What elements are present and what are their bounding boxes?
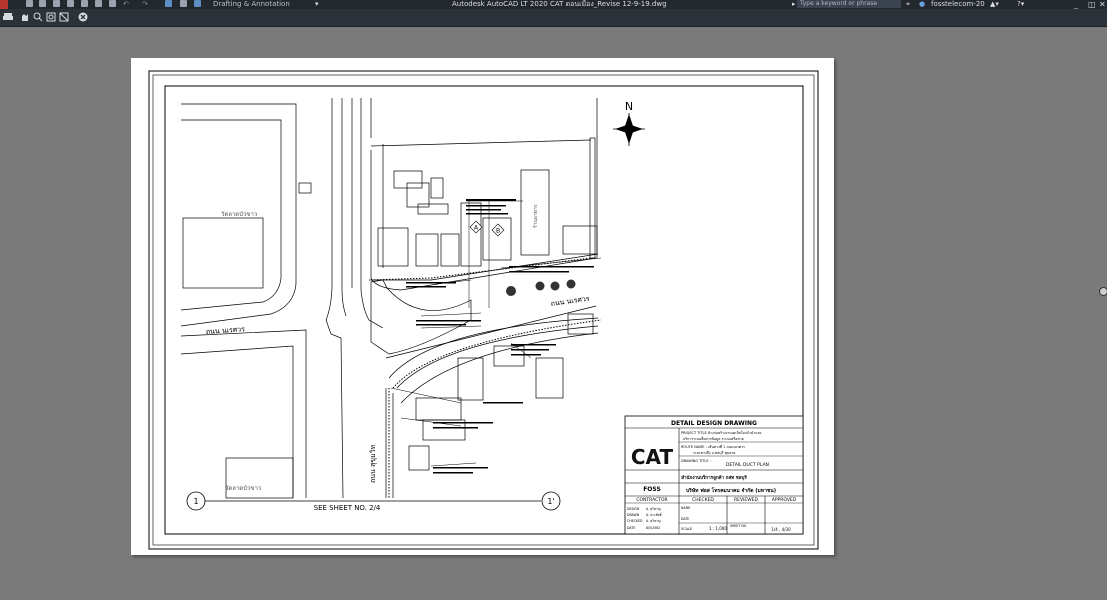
search-input[interactable]: Type a keyword or phrase [797, 0, 901, 8]
title-bar: ↶ ↷ Drafting & Annotation ▾ Autodesk Aut… [0, 0, 1107, 9]
svg-text:CHECKED: CHECKED [627, 519, 643, 523]
svg-text:ROUTE NAME :: ROUTE NAME : [681, 445, 707, 449]
close-button[interactable]: ✕ [1099, 0, 1106, 9]
zoom-window-icon[interactable] [46, 12, 56, 22]
cat-logo: CAT [631, 445, 674, 469]
svg-text:บริการระบบสื่อสารข้อมูล ระบบเค: บริการระบบสื่อสารข้อมูล ระบบเครือข่าย [683, 436, 744, 441]
svg-text:SHEET NO.: SHEET NO. [730, 524, 747, 528]
drawing-svg: A B ถนน นเรศวร ถนน นเรศวร ถนน สุขุมวิท ว… [148, 70, 819, 550]
match-icon[interactable] [180, 0, 187, 7]
svg-text:1 : 1,000: 1 : 1,000 [709, 526, 727, 531]
publish-icon[interactable] [109, 0, 116, 7]
svg-text:เส้นทางที่ 1 ถนนนเรศวร: เส้นทางที่ 1 ถนนนเรศวร [708, 444, 745, 449]
help-icon[interactable]: ?▾ [1017, 0, 1024, 9]
app-menu-icon[interactable] [0, 0, 8, 9]
svg-text:1': 1' [547, 497, 554, 506]
svg-text:DESIGN: DESIGN [627, 507, 640, 511]
marker-b: B [491, 223, 505, 237]
undo-icon[interactable]: ↶ [123, 0, 129, 9]
exchange-icon[interactable]: ▲▾ [990, 0, 999, 9]
svg-text:DRAWING TITLE :: DRAWING TITLE : [681, 459, 711, 463]
tree-markers [506, 279, 576, 296]
svg-text:APPROVED: APPROVED [772, 497, 797, 503]
save-icon[interactable] [53, 0, 60, 7]
building-label: ร้านอาหาร [532, 204, 539, 228]
road-label: ถนน สุขุมวิท [369, 444, 377, 483]
plot-icon[interactable] [3, 12, 13, 22]
layer-icon[interactable] [165, 0, 172, 7]
search-arrow-icon[interactable]: ▸ [792, 0, 796, 9]
svg-text:1: 1 [193, 497, 198, 506]
pan-icon[interactable] [20, 12, 30, 22]
svg-text:B: B [496, 228, 500, 235]
svg-text:DATE: DATE [627, 526, 635, 530]
workspace-selector[interactable]: Drafting & Annotation [213, 0, 290, 9]
user-name[interactable]: fosstelecom-20 [931, 0, 985, 9]
svg-text:CHECKED: CHECKED [692, 497, 714, 503]
svg-text:บริษัท ฟอส โทรคมนาคม จำกัด (มห: บริษัท ฟอส โทรคมนาคม จำกัด (มหาชน) [686, 487, 776, 494]
foss-logo: FOSS [643, 486, 661, 493]
svg-text:SEE SHEET NO. 2/4: SEE SHEET NO. 2/4 [314, 504, 381, 512]
svg-text:PROJECT TITLE :: PROJECT TITLE : [681, 431, 709, 435]
road-label: ถนน นเรศวร [206, 325, 246, 336]
restore-button[interactable]: ◫ [1088, 0, 1096, 9]
svg-text:8/5/2562: 8/5/2562 [646, 526, 660, 530]
match-line: 1 1' SEE SHEET NO. 2/4 [186, 491, 561, 512]
save-as-icon[interactable] [67, 0, 74, 7]
svg-text:REVIEWED: REVIEWED [734, 497, 759, 503]
svg-text:SCALE: SCALE [681, 527, 692, 531]
plan-linework [180, 98, 599, 499]
building-label: วัดลาดบัวขาว [221, 211, 257, 218]
viewport-grip[interactable] [1099, 287, 1107, 296]
svg-text:A. ประสิทธิ์: A. ประสิทธิ์ [646, 512, 663, 517]
annotation-leaders [390, 200, 602, 467]
print-icon[interactable] [81, 0, 88, 7]
close-preview-icon[interactable] [78, 12, 88, 22]
svg-text:จ้างก่อสร้างงานเคเบิลใยแก้วนำแ: จ้างก่อสร้างงานเคเบิลใยแก้วนำแสง [708, 430, 762, 435]
workspace-dropdown-icon[interactable]: ▾ [315, 0, 319, 9]
user-icon[interactable]: ● [919, 0, 925, 9]
drawing-sheet: A B ถนน นเรศวร ถนน นเรศวร ถนน สุขุมวิท ว… [131, 58, 834, 555]
svg-text:CONTRACTOR: CONTRACTOR [636, 497, 667, 503]
svg-text:DETAIL DUCT PLAN: DETAIL DUCT PLAN [726, 462, 769, 468]
zoom-icon[interactable] [33, 12, 43, 22]
svg-text:DETAIL DESIGN DRAWING: DETAIL DESIGN DRAWING [671, 420, 757, 427]
north-arrow: N [613, 100, 645, 146]
navigation-toolbar [0, 9, 1107, 27]
building-label: วัดลาดบัวขาว [225, 485, 261, 492]
svg-text:N: N [625, 100, 633, 113]
annotation-text-blocks [406, 199, 594, 474]
svg-text:NAME: NAME [681, 506, 690, 510]
svg-text:1/4 , 4/30: 1/4 , 4/30 [771, 527, 791, 532]
svg-text:DRAWN: DRAWN [627, 513, 640, 517]
zoom-extents-icon[interactable] [59, 12, 69, 22]
minimize-button[interactable]: _ [1074, 0, 1078, 9]
share-icon[interactable] [194, 0, 201, 7]
open-file-icon[interactable] [39, 0, 46, 7]
redo-icon[interactable]: ↷ [142, 0, 148, 9]
svg-text:สำนักงานบริการลูกค้า กสท ชลบุร: สำนักงานบริการลูกค้า กสท ชลบุรี [681, 474, 747, 481]
marker-a: A [469, 220, 483, 234]
svg-text:DATE: DATE [681, 517, 689, 521]
plot-icon[interactable] [95, 0, 102, 7]
title-block: DETAIL DESIGN DRAWING CAT PROJECT TITLE … [624, 415, 804, 535]
new-file-icon[interactable] [26, 0, 33, 7]
binoculars-icon[interactable]: ⌖ [906, 0, 910, 9]
window-title: Autodesk AutoCAD LT 2020 CAT ดอนเมือง_Re… [452, 0, 667, 8]
road-label: ถนน นเรศวร [550, 295, 590, 308]
